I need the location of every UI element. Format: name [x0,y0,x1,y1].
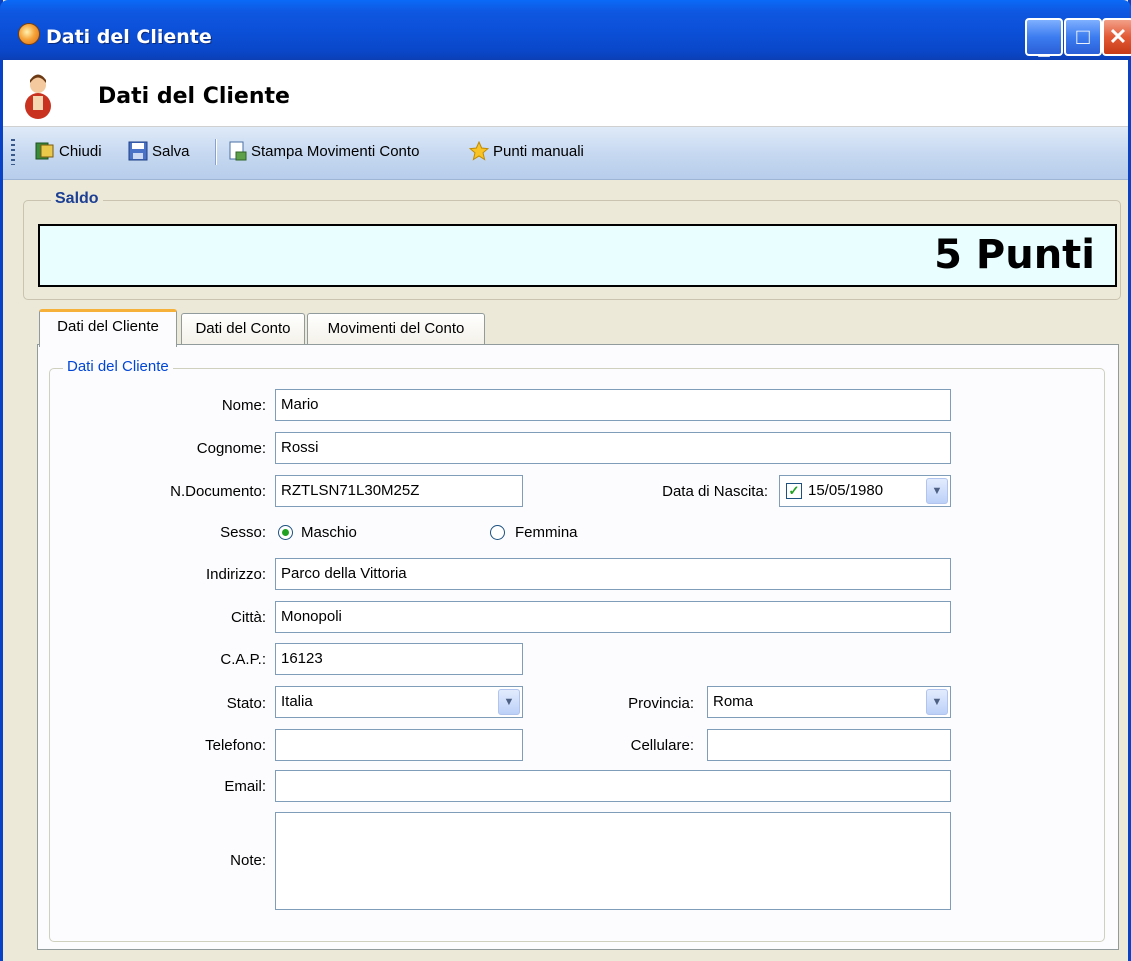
indirizzo-field[interactable]: Parco della Vittoria [275,558,951,590]
tab-dati-cliente[interactable]: Dati del Cliente [39,309,177,347]
customer-group-legend: Dati del Cliente [63,358,173,375]
cap-field[interactable]: 16123 [275,643,523,675]
manual-points-button[interactable]: Punti manuali [469,141,609,165]
exit-icon [35,142,54,160]
minimize-button[interactable]: ▁ [1025,18,1063,56]
saldo-legend: Saldo [51,190,103,208]
saldo-value: 5 Punti [934,232,1095,278]
form-header: Dati del Cliente [3,60,1128,127]
window-title: Dati del Cliente [46,26,212,48]
cognome-field[interactable]: Rossi [275,432,951,464]
nascita-datepicker[interactable]: ✓ 15/05/1980 ▼ [779,475,951,507]
provincia-select[interactable]: Roma ▼ [707,686,951,718]
toolbar-grip[interactable] [11,139,15,165]
documento-label: N.Documento: [170,483,266,500]
save-button[interactable]: Salva [128,141,203,165]
window-bottom [3,950,1128,961]
cellulare-label: Cellulare: [630,737,694,754]
close-button[interactable]: Chiudi [35,141,120,165]
tab-dati-conto[interactable]: Dati del Conto [181,313,305,345]
page-title: Dati del Cliente [98,84,290,109]
sesso-label: Sesso: [220,524,266,541]
chevron-down-icon[interactable]: ▼ [926,689,948,715]
radio-maschio-label[interactable]: Maschio [301,524,357,541]
print-document-icon [229,141,247,161]
radio-maschio[interactable] [278,525,293,540]
maximize-button[interactable]: □ [1064,18,1102,56]
cognome-label: Cognome: [196,440,266,457]
toolbar-separator [215,139,217,165]
close-icon: ✕ [1108,24,1128,49]
star-icon [469,141,489,161]
citta-field[interactable]: Monopoli [275,601,951,633]
minimize-icon: ▁ [1038,40,1050,56]
customer-icon [25,74,51,119]
note-textarea[interactable] [275,812,951,910]
email-label: Email: [224,778,266,795]
close-window-button[interactable]: ✕ [1102,18,1131,56]
nome-field[interactable]: Mario [275,389,951,421]
provincia-label: Provincia: [628,695,694,712]
documento-field[interactable]: RZTLSN71L30M25Z [275,475,523,507]
window: Dati del Cliente ▁ □ ✕ Dati del Cliente … [0,0,1131,961]
floppy-icon [128,141,148,161]
telefono-field[interactable] [275,729,523,761]
radio-selected-dot [282,529,289,536]
email-field[interactable] [275,770,951,802]
app-icon [18,23,40,45]
stato-label: Stato: [226,695,266,712]
radio-femmina-label[interactable]: Femmina [515,524,578,541]
cap-label: C.A.P.: [220,651,266,668]
cellulare-field[interactable] [707,729,951,761]
indirizzo-label: Indirizzo: [205,566,266,583]
saldo-display: 5 Punti [38,224,1117,287]
nascita-value: 15/05/1980 [808,482,884,499]
provincia-value: Roma [713,693,754,710]
note-label: Note: [230,852,266,869]
nascita-label: Data di Nascita: [662,483,768,500]
chevron-down-icon[interactable]: ▼ [926,478,948,504]
tab-movimenti-conto[interactable]: Movimenti del Conto [307,313,485,345]
maximize-icon: □ [1076,24,1090,49]
toolbar: Chiudi Salva Stampa Movimenti Conto Punt… [3,127,1128,180]
title-bar[interactable]: Dati del Cliente ▁ □ ✕ [0,0,1131,60]
radio-femmina[interactable] [490,525,505,540]
print-movements-button[interactable]: Stampa Movimenti Conto [227,141,462,165]
stato-value: Italia [281,693,313,710]
telefono-label: Telefono: [205,737,266,754]
stato-select[interactable]: Italia ▼ [275,686,523,718]
nascita-checkbox[interactable]: ✓ [786,483,802,499]
nome-label: Nome: [221,397,266,414]
chevron-down-icon[interactable]: ▼ [498,689,520,715]
citta-label: Città: [230,609,266,626]
